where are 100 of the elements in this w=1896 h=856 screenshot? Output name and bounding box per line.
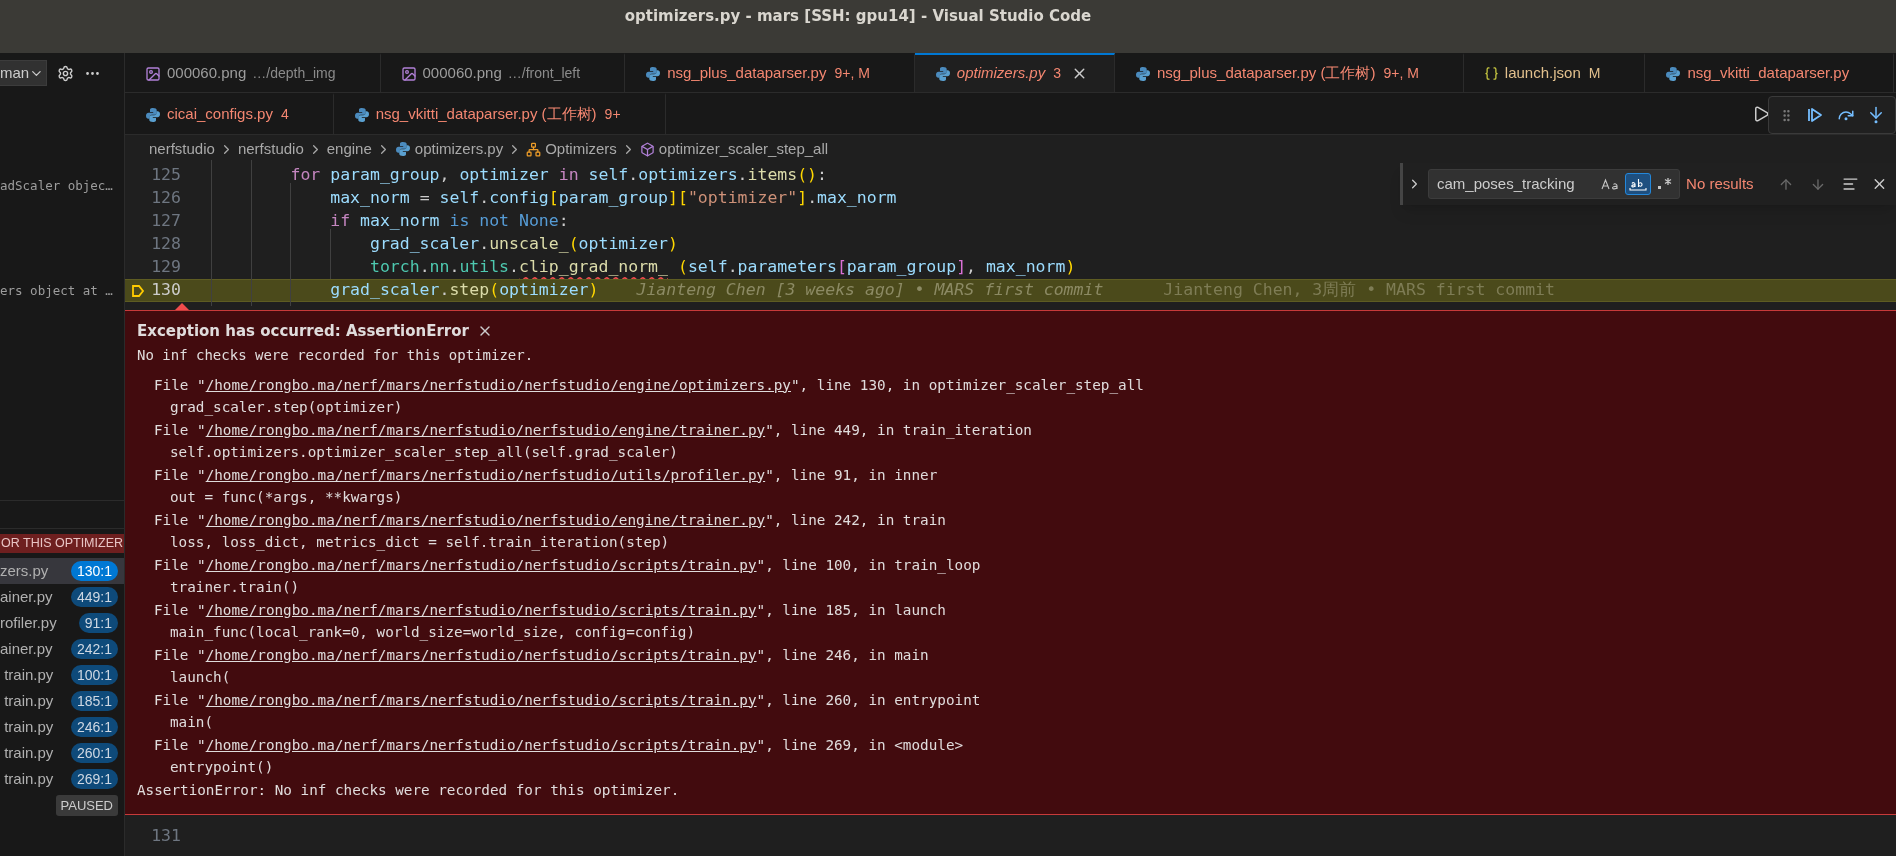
- breadcrumb-item[interactable]: nerfstudio: [149, 137, 215, 161]
- exception-message: No inf checks were recorded for this optimizer.: [137, 345, 534, 365]
- whole-word-toggle[interactable]: [1625, 173, 1652, 195]
- editor-tab[interactable]: optimizers.py 3: [914, 53, 1115, 92]
- tab-status: 9+, M: [834, 64, 870, 83]
- line-badge: 185:1: [70, 691, 118, 711]
- traceback-code: grad_scaler.step(optimizer): [170, 398, 403, 418]
- breadcrumb-item[interactable]: optimizers.py: [414, 137, 504, 161]
- traceback-line: File "/home/rongbo.ma/nerf/mars/nerfstudio/nerfstudio/utils/profiler.py", line 91, in inner: [154, 465, 938, 485]
- tab-label: 000060.png: [422, 63, 502, 84]
- exception-title: Exception has occurred: AssertionError: [137, 320, 469, 342]
- code-token: param_group: [846, 256, 957, 279]
- call-stack-frame[interactable]: zers.py 130:1: [0, 558, 124, 584]
- line-badge: 260:1: [70, 743, 118, 763]
- launch-config-dropdown[interactable]: man: [0, 60, 47, 86]
- tab-label: 000060.png: [167, 63, 247, 84]
- find-in-selection-icon[interactable]: [1842, 175, 1860, 193]
- line-number: 127: [151, 210, 181, 233]
- exception-summary: AssertionError: No inf checks were recorded for this optimizer.: [137, 780, 680, 800]
- file-link[interactable]: /home/rongbo.ma/nerf/mars/nerfstudio/nerfstudio/engine/trainer.py: [205, 511, 766, 528]
- code-token: ): [1065, 256, 1076, 279]
- blame-hint: Jianteng Chen, 3周前 • MARS first commit: [1163, 279, 1555, 302]
- tab-status: M: [1588, 64, 1601, 83]
- line-badge: 91:1: [78, 613, 118, 633]
- file-link[interactable]: /home/rongbo.ma/nerf/mars/nerfstudio/nerfstudio/scripts/train.py: [205, 646, 757, 663]
- code-token: [: [836, 256, 847, 279]
- continue-icon[interactable]: [1806, 106, 1825, 124]
- call-stack-frame[interactable]: train.py 185:1: [0, 688, 124, 714]
- breadcrumb-item[interactable]: engine: [326, 137, 372, 161]
- code-token: max_norm: [985, 256, 1066, 279]
- code-token: ): [668, 233, 678, 256]
- traceback-line: File "/home/rongbo.ma/nerf/mars/nerfstudio/nerfstudio/scripts/train.py", line 185, in launch: [154, 600, 946, 620]
- file-link[interactable]: /home/rongbo.ma/nerf/mars/nerfstudio/nerfstudio/scripts/train.py: [205, 601, 757, 618]
- traceback-line: File "/home/rongbo.ma/nerf/mars/nerfstudio/nerfstudio/engine/trainer.py", line 449, in train_iteration: [154, 420, 1032, 441]
- tab-label: nsg_plus_dataparser.py: [667, 63, 827, 84]
- call-stack-frame[interactable]: ainer.py 449:1: [0, 584, 124, 610]
- variable-value: ers object at …: [0, 282, 113, 301]
- code-token: .: [737, 164, 748, 187]
- tab-label: nsg_vkitti_dataparser.py: [1687, 63, 1850, 84]
- call-stack-frame[interactable]: train.py 260:1: [0, 740, 124, 766]
- code-token: param_group: [330, 164, 440, 187]
- code-token: ]: [956, 256, 967, 279]
- tab-status: 4: [280, 105, 289, 124]
- traceback-line: File "/home/rongbo.ma/nerf/mars/nerfstudio/nerfstudio/scripts/train.py", line 269, in <module>: [154, 735, 964, 755]
- traceback-code: entrypoint(): [170, 758, 274, 778]
- class-icon: [526, 141, 542, 157]
- code-token: config: [489, 187, 549, 210]
- code-token: self: [588, 164, 629, 187]
- code-token: ,: [966, 256, 977, 279]
- code-token: nn: [429, 256, 450, 279]
- file-link[interactable]: /home/rongbo.ma/nerf/mars/nerfstudio/nerfstudio/scripts/train.py: [205, 691, 757, 708]
- code-token: ,: [439, 164, 451, 187]
- code-token: grad_scaler: [369, 233, 480, 256]
- settings-icon[interactable]: [57, 64, 74, 82]
- python-file-icon: [934, 65, 951, 82]
- run-icon[interactable]: [1752, 105, 1770, 123]
- breadcrumb-item[interactable]: optimizer_scaler_step_all: [658, 137, 829, 161]
- line-badge: 246:1: [70, 717, 118, 737]
- code-token: step: [449, 279, 490, 302]
- code-token: parameters: [737, 256, 837, 279]
- call-stack-frame[interactable]: train.py 100:1: [0, 662, 124, 688]
- regex-icon: [1657, 177, 1674, 191]
- python-file-icon: [394, 141, 411, 157]
- code-token: ): [588, 279, 599, 302]
- window-title: optimizers.py - mars [SSH: gpu14] - Visual Studio Code: [624, 6, 1092, 27]
- breadcrumb-item[interactable]: nerfstudio: [237, 137, 304, 161]
- find-input[interactable]: cam_poses_tracking: [1428, 169, 1681, 199]
- call-stack-frame[interactable]: train.py 246:1: [0, 714, 124, 740]
- traceback-code: main(: [170, 713, 214, 733]
- line-number: 128: [151, 233, 181, 256]
- tab-status: 9+, M: [1383, 64, 1419, 83]
- code-token: .: [419, 256, 430, 279]
- file-link[interactable]: /home/rongbo.ma/nerf/mars/nerfstudio/nerfstudio/utils/profiler.py: [205, 466, 766, 483]
- code-token: ][: [668, 187, 688, 210]
- file-link[interactable]: /home/rongbo.ma/nerf/mars/nerfstudio/nerfstudio/engine/optimizers.py: [205, 376, 791, 393]
- image-file-icon: [400, 65, 417, 82]
- method-icon: [639, 141, 655, 157]
- traceback-code: launch(: [170, 668, 231, 688]
- breadcrumb-item[interactable]: Optimizers: [545, 137, 617, 161]
- code-token: torch: [369, 256, 420, 279]
- call-stack-frame[interactable]: rofiler.py 91:1: [0, 610, 124, 636]
- braces-icon: [1483, 66, 1499, 81]
- pointer-triangle-icon: [175, 302, 189, 310]
- code-token: items: [747, 164, 798, 187]
- traceback-code: out = func(*args, **kwargs): [170, 488, 403, 508]
- file-link[interactable]: /home/rongbo.ma/nerf/mars/nerfstudio/nerfstudio/scripts/train.py: [205, 556, 757, 573]
- code-token: .: [449, 256, 460, 279]
- code-token: max_norm: [360, 210, 440, 233]
- paused-badge: PAUSED: [55, 795, 118, 816]
- call-stack-frame[interactable]: ainer.py 242:1: [0, 636, 124, 662]
- file-link[interactable]: /home/rongbo.ma/nerf/mars/nerfstudio/nerfstudio/engine/trainer.py: [205, 421, 766, 438]
- code-token: optimizer: [499, 279, 589, 302]
- code-token: (): [797, 164, 818, 187]
- code-token: .: [727, 256, 738, 279]
- code-token: max_norm: [330, 187, 410, 210]
- line-number: 130: [151, 279, 181, 302]
- file-link[interactable]: /home/rongbo.ma/nerf/mars/nerfstudio/nerfstudio/scripts/train.py: [205, 736, 757, 753]
- code-token: utils: [459, 256, 510, 279]
- call-stack-frame[interactable]: train.py 269:1: [0, 766, 124, 792]
- code-token: (: [489, 279, 500, 302]
